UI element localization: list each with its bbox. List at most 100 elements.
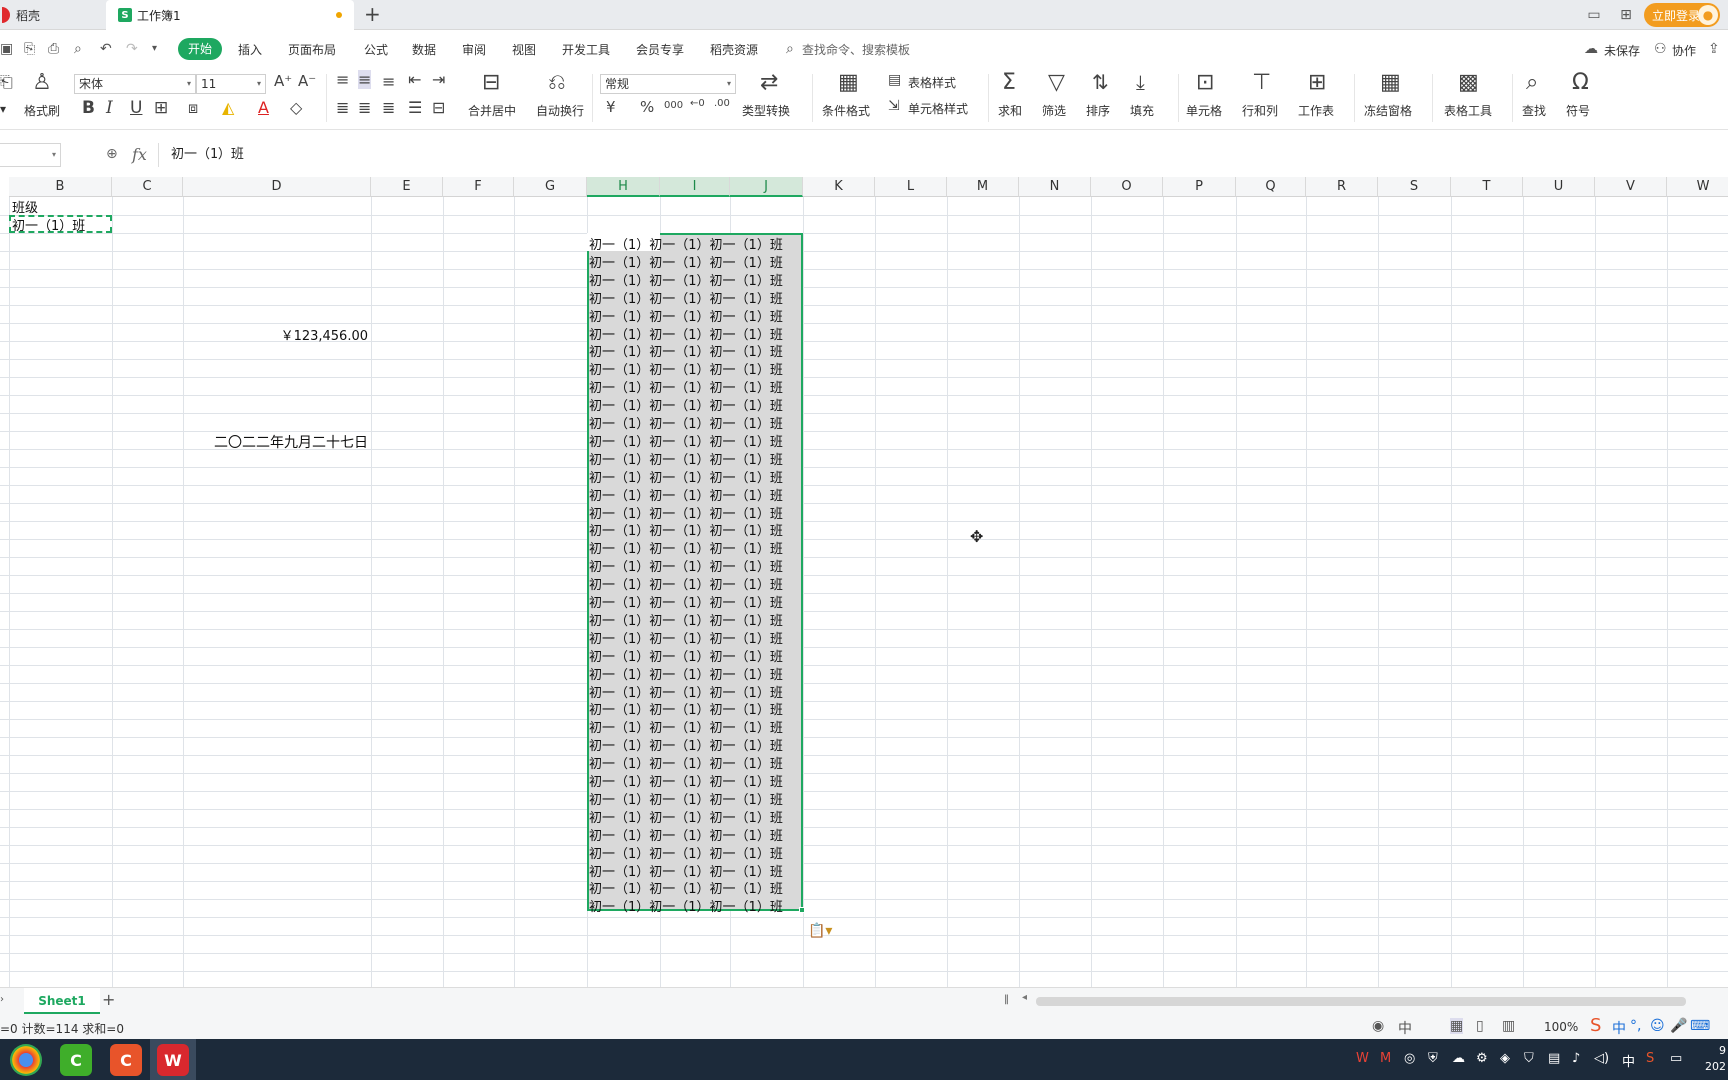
column-header-n[interactable]: N (1019, 177, 1091, 197)
worksheet-icon[interactable]: ⊞ (1308, 70, 1326, 95)
column-header-f[interactable]: F (443, 177, 514, 197)
menu-insert[interactable]: 插入 (238, 41, 262, 58)
share-icon[interactable]: ⇪ (1708, 41, 1720, 57)
name-box[interactable]: ▾ (0, 143, 61, 167)
sogou-tray-icon[interactable]: S (1646, 1051, 1654, 1066)
increase-decimal-icon[interactable]: ←0 (690, 98, 705, 109)
ime-keyboard-icon[interactable]: ⌨ (1690, 1018, 1710, 1034)
align-bottom-icon[interactable]: ≡ (382, 72, 395, 91)
column-header-j[interactable]: J (730, 177, 803, 197)
menu-start[interactable]: 开始 (178, 38, 222, 60)
menu-review[interactable]: 审阅 (462, 41, 486, 58)
bold-icon[interactable]: B (82, 98, 95, 118)
wps-tray-icon[interactable]: W (1356, 1051, 1369, 1066)
redo-icon[interactable]: ↷ (126, 41, 138, 57)
ime-emoji-icon[interactable]: ☺ (1650, 1018, 1665, 1034)
formula-input[interactable]: 初一（1）班 (158, 143, 1728, 167)
number-format-select[interactable]: 常规 ▾ (600, 74, 736, 94)
tray-shield-icon[interactable]: ⛉ (1524, 1051, 1534, 1066)
cloud-sync-icon[interactable]: ☁ (1452, 1051, 1465, 1066)
security-icon[interactable]: ⛨ (1428, 1051, 1438, 1066)
menu-developer[interactable]: 开发工具 (562, 41, 610, 58)
column-header-b[interactable]: B (9, 177, 112, 197)
column-header-d[interactable]: D (183, 177, 371, 197)
menu-data[interactable]: 数据 (412, 41, 436, 58)
type-convert-label[interactable]: 类型转换 (742, 102, 790, 119)
volume-icon[interactable]: ◁) (1594, 1051, 1609, 1066)
align-top-icon[interactable]: ≡ (336, 70, 349, 89)
column-header-m[interactable]: M (947, 177, 1019, 197)
page-break-view-icon[interactable]: ▥ (1502, 1018, 1515, 1034)
column-header-t[interactable]: T (1451, 177, 1523, 197)
menu-daoke-resources[interactable]: 稻壳资源 (710, 41, 758, 58)
ime-voice-icon[interactable]: 🎤 (1670, 1018, 1687, 1034)
zoom-level[interactable]: 100% (1544, 1020, 1578, 1034)
filter-label[interactable]: 筛选 (1042, 102, 1066, 119)
percent-button[interactable]: % (640, 98, 654, 116)
export-icon[interactable]: ⎘ (24, 41, 35, 57)
tab-workbook[interactable]: S 工作簿1 (106, 0, 354, 30)
border-icon[interactable]: ⊞ (154, 98, 168, 118)
system-clock[interactable]: 9 202 (1705, 1043, 1726, 1075)
recorder-icon[interactable]: C (110, 1044, 142, 1076)
cell-style-label[interactable]: 单元格样式 (908, 100, 968, 117)
function-insert-icon[interactable]: fx (132, 145, 147, 164)
wps-icon[interactable]: W (157, 1044, 189, 1076)
sort-label[interactable]: 排序 (1086, 102, 1110, 119)
table-tools-label[interactable]: 表格工具 (1444, 102, 1492, 119)
auto-wrap-icon[interactable]: ⎌ (548, 70, 566, 95)
cell-d-date[interactable]: 二〇二二年九月二十七日 (214, 432, 368, 452)
increase-indent-icon[interactable]: ⇥ (432, 70, 445, 89)
column-header-i[interactable]: I (660, 177, 730, 197)
chrome-icon[interactable] (10, 1044, 42, 1076)
input-mode-icon[interactable]: 中 (1398, 1018, 1412, 1038)
print-icon[interactable]: ⎙ (48, 41, 59, 57)
font-color-icon[interactable]: A (258, 98, 269, 117)
paste-more-caret[interactable]: ▾ (0, 102, 6, 116)
ime-punct-icon[interactable]: °, (1630, 1018, 1641, 1034)
freeze-panes-label[interactable]: 冻结窗格 (1364, 102, 1412, 119)
table-style-label[interactable]: 表格样式 (908, 74, 956, 91)
cell-label[interactable]: 单元格 (1186, 102, 1222, 119)
column-header-w[interactable]: W (1667, 177, 1728, 197)
sheet-tab-sheet1[interactable]: Sheet1 (24, 988, 100, 1014)
freeze-panes-icon[interactable]: ▦ (1380, 70, 1401, 95)
underline-icon[interactable]: U (130, 98, 142, 118)
fill-pattern-icon[interactable]: ⧈ (188, 98, 198, 118)
notification-icon[interactable]: ▭ (1670, 1051, 1682, 1066)
scroll-prev-sheet-icon[interactable]: › (0, 994, 4, 1005)
sort-icon[interactable]: ⇅ (1092, 70, 1109, 94)
merge-center-label[interactable]: 合并居中 (468, 102, 516, 119)
font-name-select[interactable]: 宋体 ▾ (74, 74, 196, 94)
unsaved-status[interactable]: 未保存 (1604, 42, 1640, 59)
quick-access-more-icon[interactable]: ▾ (152, 43, 157, 54)
login-button[interactable]: 立即登录 ● (1644, 3, 1720, 27)
column-header-l[interactable]: L (875, 177, 947, 197)
scroll-divider-icon[interactable]: ‖ (1004, 994, 1009, 1005)
undo-icon[interactable]: ↶ (100, 41, 112, 57)
auto-wrap-label[interactable]: 自动换行 (536, 102, 584, 119)
paste-options-icon[interactable]: 📋▾ (808, 923, 832, 939)
menu-page-layout[interactable]: 页面布局 (288, 41, 336, 58)
table-tools-icon[interactable]: ▩ (1458, 70, 1479, 95)
eye-protection-icon[interactable]: ◉ (1372, 1018, 1384, 1034)
find-icon[interactable]: ⌕ (1526, 70, 1538, 95)
horizontal-scrollbar[interactable] (1036, 997, 1686, 1006)
thousands-separator-icon[interactable]: 000 (664, 100, 683, 111)
cell-d-currency[interactable]: ￥123,456.00 (281, 325, 368, 344)
tab-daoke[interactable]: 稻壳 (0, 0, 106, 30)
column-header-p[interactable]: P (1163, 177, 1236, 197)
table-style-icon[interactable]: ▤ (888, 72, 901, 88)
column-header-h[interactable]: H (587, 177, 660, 197)
tray-folder-icon[interactable]: ▤ (1548, 1051, 1560, 1066)
align-middle-icon[interactable]: ≡ (358, 70, 372, 89)
align-center-icon[interactable]: ≣ (358, 98, 371, 117)
column-header-o[interactable]: O (1091, 177, 1163, 197)
align-right-icon[interactable]: ≣ (382, 98, 395, 117)
type-convert-icon[interactable]: ⇄ (760, 70, 778, 95)
paste-icon[interactable]: ⎗ (0, 72, 13, 92)
conditional-format-label[interactable]: 条件格式 (822, 102, 870, 119)
increase-font-icon[interactable]: A⁺ (274, 72, 292, 90)
fill-handle[interactable] (799, 907, 805, 913)
row-col-label[interactable]: 行和列 (1242, 102, 1278, 119)
